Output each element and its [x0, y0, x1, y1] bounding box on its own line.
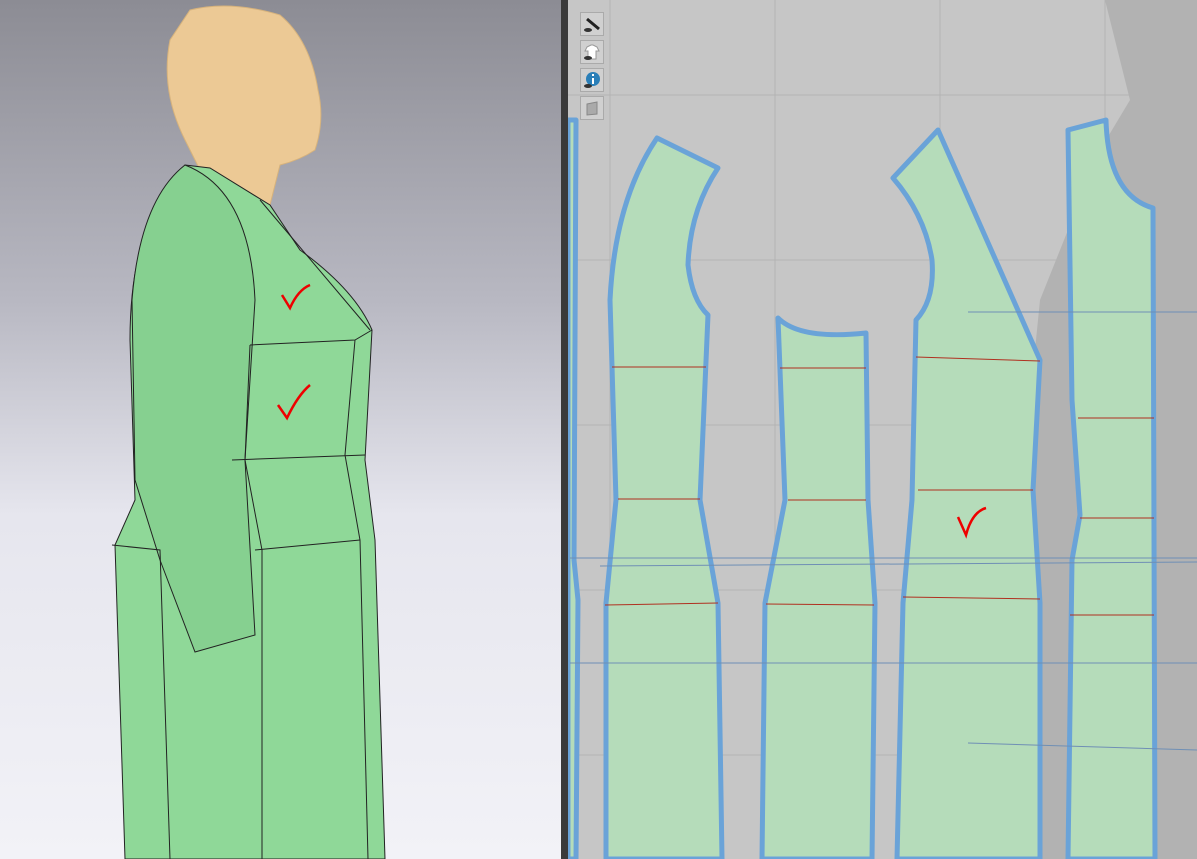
3d-viewport[interactable]	[0, 0, 561, 859]
pattern-canvas	[568, 0, 1197, 859]
show-avatar-icon	[583, 15, 601, 33]
texture-button[interactable]	[580, 96, 604, 120]
show-garment-button[interactable]	[580, 40, 604, 64]
viewport-toolbar	[580, 12, 606, 120]
show-garment-icon	[583, 43, 601, 61]
texture-icon	[583, 99, 601, 117]
show-avatar-button[interactable]	[580, 12, 604, 36]
3d-avatar-scene	[111, 5, 386, 859]
show-info-icon	[583, 71, 601, 89]
pattern-piece-edge	[568, 117, 581, 859]
2d-pattern-viewport[interactable]	[568, 0, 1197, 859]
pattern-piece-front	[890, 127, 1043, 859]
pattern-piece-side	[759, 315, 878, 859]
show-info-button[interactable]	[580, 68, 604, 92]
viewport-divider[interactable]	[561, 0, 568, 859]
